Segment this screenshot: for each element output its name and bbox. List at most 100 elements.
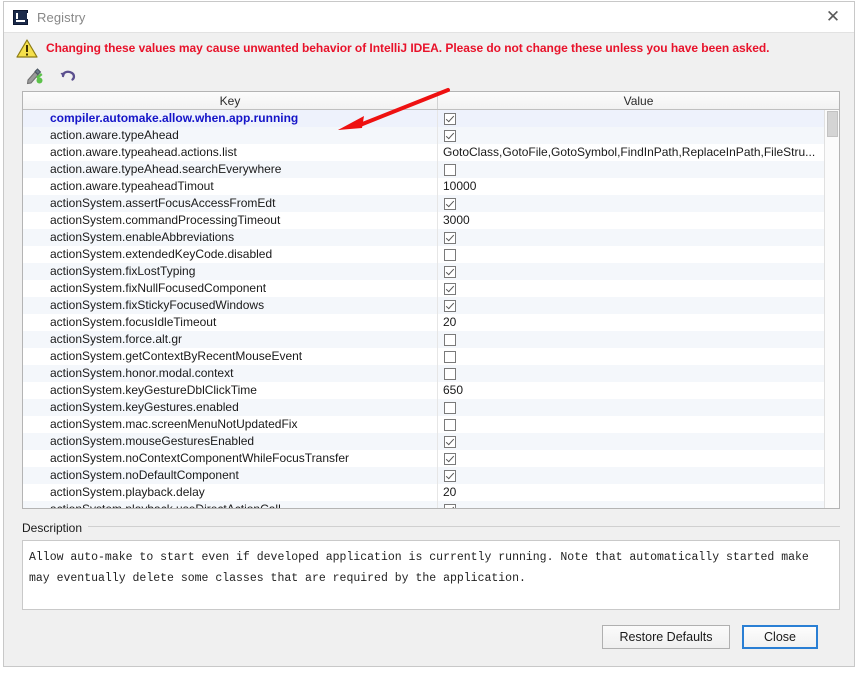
table-row[interactable]: actionSystem.extendedKeyCode.disabled bbox=[23, 246, 839, 263]
close-button[interactable]: Close bbox=[742, 625, 818, 649]
scrollbar-thumb[interactable] bbox=[827, 111, 838, 137]
checkbox-checked[interactable] bbox=[444, 129, 456, 142]
table-row[interactable]: actionSystem.focusIdleTimeout 20 bbox=[23, 314, 839, 331]
table-row[interactable]: actionSystem.fixNullFocusedComponent bbox=[23, 280, 839, 297]
registry-value-cell[interactable]: 20 bbox=[438, 314, 839, 331]
value-text: 10000 bbox=[443, 179, 477, 193]
registry-key-cell: actionSystem.getContextByRecentMouseEven… bbox=[23, 348, 438, 365]
table-row[interactable]: action.aware.typeaheadTimout 10000 bbox=[23, 178, 839, 195]
registry-key-cell: action.aware.typeahead.actions.list bbox=[23, 144, 438, 161]
undo-revert-icon[interactable] bbox=[58, 66, 78, 86]
warning-banner: Changing these values may cause unwanted… bbox=[4, 33, 854, 63]
checkbox-checked[interactable] bbox=[444, 452, 456, 465]
registry-key-cell: actionSystem.fixStickyFocusedWindows bbox=[23, 297, 438, 314]
table-row[interactable]: actionSystem.fixStickyFocusedWindows bbox=[23, 297, 839, 314]
table-row[interactable]: actionSystem.commandProcessingTimeout 300… bbox=[23, 212, 839, 229]
registry-value-cell[interactable]: 10000 bbox=[438, 178, 839, 195]
table-row[interactable]: action.aware.typeAhead.searchEverywhere bbox=[23, 161, 839, 178]
registry-value-cell[interactable] bbox=[438, 348, 839, 365]
table-vertical-scrollbar[interactable] bbox=[824, 110, 839, 508]
table-header-row: Key Value bbox=[23, 92, 839, 110]
value-text: 20 bbox=[443, 485, 457, 499]
window-titlebar: Registry ✕ bbox=[4, 2, 854, 33]
checkbox-checked[interactable] bbox=[444, 299, 456, 312]
checkbox-checked[interactable] bbox=[444, 282, 456, 295]
table-row[interactable]: actionSystem.honor.modal.context bbox=[23, 365, 839, 382]
checkbox-unchecked[interactable] bbox=[444, 248, 456, 261]
registry-value-cell[interactable] bbox=[438, 416, 839, 433]
table-row[interactable]: compiler.automake.allow.when.app.running bbox=[23, 110, 839, 127]
restore-defaults-button[interactable]: Restore Defaults bbox=[602, 625, 730, 649]
checkbox-unchecked[interactable] bbox=[444, 401, 456, 414]
table-row[interactable]: actionSystem.noContextComponentWhileFocu… bbox=[23, 450, 839, 467]
checkbox-checked[interactable] bbox=[444, 197, 456, 210]
registry-value-cell[interactable]: 20 bbox=[438, 484, 839, 501]
registry-key-cell: actionSystem.keyGestures.enabled bbox=[23, 399, 438, 416]
registry-value-cell[interactable] bbox=[438, 161, 839, 178]
close-icon[interactable]: ✕ bbox=[822, 7, 844, 27]
table-row[interactable]: actionSystem.playback.delay 20 bbox=[23, 484, 839, 501]
registry-value-cell[interactable] bbox=[438, 501, 839, 508]
table-row[interactable]: actionSystem.noDefaultComponent bbox=[23, 467, 839, 484]
registry-value-cell[interactable] bbox=[438, 127, 839, 144]
description-text: Allow auto-make to start even if develop… bbox=[29, 551, 809, 585]
registry-value-cell[interactable] bbox=[438, 110, 839, 127]
table-row[interactable]: action.aware.typeahead.actions.list GotoC… bbox=[23, 144, 839, 161]
registry-value-cell[interactable] bbox=[438, 280, 839, 297]
registry-key-cell: action.aware.typeAhead bbox=[23, 127, 438, 144]
registry-value-cell[interactable] bbox=[438, 365, 839, 382]
registry-value-cell[interactable] bbox=[438, 467, 839, 484]
table-row[interactable]: action.aware.typeAhead bbox=[23, 127, 839, 144]
registry-value-cell[interactable] bbox=[438, 331, 839, 348]
table-row[interactable]: actionSystem.keyGestureDblClickTime 650 bbox=[23, 382, 839, 399]
checkbox-unchecked[interactable] bbox=[444, 367, 456, 380]
checkbox-unchecked[interactable] bbox=[444, 350, 456, 363]
registry-value-cell[interactable]: GotoClass,GotoFile,GotoSymbol,FindInPath… bbox=[438, 144, 839, 161]
registry-value-cell[interactable] bbox=[438, 433, 839, 450]
checkbox-checked[interactable] bbox=[444, 265, 456, 278]
table-row[interactable]: actionSystem.enableAbbreviations bbox=[23, 229, 839, 246]
registry-value-cell[interactable] bbox=[438, 450, 839, 467]
checkbox-checked[interactable] bbox=[444, 469, 456, 482]
value-text: 3000 bbox=[443, 213, 470, 227]
registry-value-cell[interactable] bbox=[438, 246, 839, 263]
registry-key-cell: actionSystem.fixNullFocusedComponent bbox=[23, 280, 438, 297]
description-box: Allow auto-make to start even if develop… bbox=[22, 540, 840, 610]
registry-value-cell[interactable] bbox=[438, 229, 839, 246]
checkbox-checked[interactable] bbox=[444, 112, 456, 125]
registry-value-cell[interactable]: 650 bbox=[438, 382, 839, 399]
table-body: compiler.automake.allow.when.app.running… bbox=[23, 110, 839, 508]
warning-text: Changing these values may cause unwanted… bbox=[46, 41, 770, 55]
registry-dialog-screenshot: Registry ✕ Changing these values may cau… bbox=[0, 0, 858, 673]
registry-value-cell[interactable] bbox=[438, 399, 839, 416]
column-header-key[interactable]: Key bbox=[23, 92, 438, 109]
checkbox-unchecked[interactable] bbox=[444, 163, 456, 176]
value-text: GotoClass,GotoFile,GotoSymbol,FindInPath… bbox=[443, 145, 816, 159]
registry-key-cell: actionSystem.extendedKeyCode.disabled bbox=[23, 246, 438, 263]
table-row[interactable]: actionSystem.keyGestures.enabled bbox=[23, 399, 839, 416]
table-row[interactable]: actionSystem.force.alt.gr bbox=[23, 331, 839, 348]
table-row[interactable]: actionSystem.mouseGesturesEnabled bbox=[23, 433, 839, 450]
checkbox-checked[interactable] bbox=[444, 231, 456, 244]
table-row[interactable]: actionSystem.playback.useDirectActionCal… bbox=[23, 501, 839, 508]
registry-value-cell[interactable]: 3000 bbox=[438, 212, 839, 229]
description-label: Description bbox=[22, 521, 89, 535]
table-row[interactable]: actionSystem.fixLostTyping bbox=[23, 263, 839, 280]
checkbox-unchecked[interactable] bbox=[444, 418, 456, 431]
registry-key-cell: actionSystem.honor.modal.context bbox=[23, 365, 438, 382]
checkbox-checked[interactable] bbox=[444, 435, 456, 448]
registry-value-cell[interactable] bbox=[438, 263, 839, 280]
pencil-edit-icon[interactable] bbox=[24, 66, 44, 86]
registry-key-cell: actionSystem.enableAbbreviations bbox=[23, 229, 438, 246]
column-header-value[interactable]: Value bbox=[438, 92, 839, 109]
registry-value-cell[interactable] bbox=[438, 297, 839, 314]
table-row[interactable]: actionSystem.mac.screenMenuNotUpdatedFix bbox=[23, 416, 839, 433]
value-text: 650 bbox=[443, 383, 464, 397]
checkbox-checked[interactable] bbox=[444, 503, 456, 508]
table-row[interactable]: actionSystem.assertFocusAccessFromEdt bbox=[23, 195, 839, 212]
checkbox-unchecked[interactable] bbox=[444, 333, 456, 346]
registry-key-cell: actionSystem.keyGestureDblClickTime bbox=[23, 382, 438, 399]
registry-value-cell[interactable] bbox=[438, 195, 839, 212]
dialog-button-bar: Restore Defaults Close bbox=[4, 610, 854, 666]
table-row[interactable]: actionSystem.getContextByRecentMouseEven… bbox=[23, 348, 839, 365]
